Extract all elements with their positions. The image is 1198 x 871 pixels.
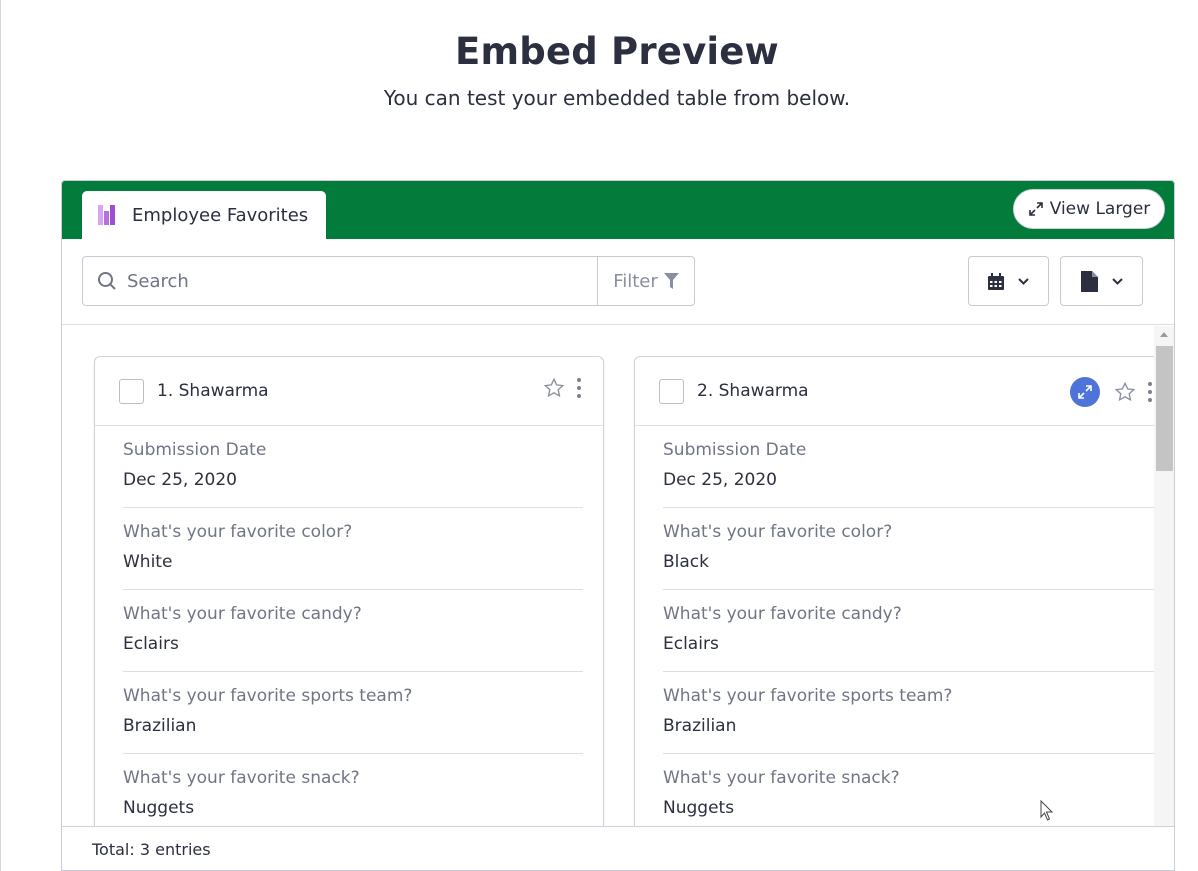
field-value: White (123, 552, 173, 572)
field: What's your favorite color? Black (663, 508, 1154, 590)
select-checkbox[interactable] (119, 378, 144, 404)
card-title: 2. Shawarma (697, 381, 809, 401)
select-checkbox[interactable] (659, 378, 684, 404)
field-label: What's your favorite candy? (123, 604, 362, 624)
table-bars-icon (98, 205, 118, 225)
vertical-scrollbar[interactable] (1154, 326, 1174, 827)
field-label: What's your favorite color? (663, 522, 893, 542)
view-larger-button[interactable]: View Larger (1013, 189, 1165, 229)
star-icon[interactable] (543, 377, 565, 399)
record-card: 2. Shawarma Submission Date Dec 25, 2020 (634, 356, 1154, 827)
chevron-down-icon (1018, 277, 1029, 285)
search-icon (98, 272, 116, 290)
more-options-icon[interactable] (1146, 382, 1154, 402)
mouse-cursor-icon (1040, 800, 1054, 821)
embedded-table: Employee Favorites View Larger Filter (61, 180, 1175, 871)
embed-header: Employee Favorites View Larger (62, 181, 1174, 239)
field-value: Black (663, 552, 709, 572)
field: What's your favorite color? White (123, 508, 583, 590)
star-icon[interactable] (1114, 381, 1136, 403)
page-left-border (0, 0, 1, 871)
chevron-down-icon (1111, 277, 1123, 285)
field-value: Brazilian (663, 716, 737, 736)
field: Submission Date Dec 25, 2020 (123, 426, 583, 508)
field-label: What's your favorite candy? (663, 604, 902, 624)
scrollbar-thumb[interactable] (1156, 346, 1173, 471)
file-icon (1080, 270, 1098, 292)
search-input[interactable] (127, 270, 567, 292)
field: What's your favorite candy? Eclairs (123, 590, 583, 672)
view-larger-label: View Larger (1049, 199, 1151, 219)
search-group: Filter (82, 256, 695, 306)
filter-button[interactable]: Filter (597, 257, 694, 305)
expand-arrows-icon (1078, 385, 1092, 399)
expand-card-button[interactable] (1070, 377, 1100, 407)
field: What's your favorite candy? Eclairs (663, 590, 1154, 672)
card-actions (1070, 377, 1154, 407)
table-footer: Total: 3 entries (62, 826, 1174, 870)
scroll-up-arrow-icon[interactable] (1160, 332, 1168, 337)
field-label: Submission Date (123, 440, 267, 460)
field-value: Brazilian (123, 716, 197, 736)
search-box[interactable] (83, 257, 597, 305)
page-subtitle: You can test your embedded table from be… (383, 86, 851, 110)
toolbar: Filter (62, 239, 1174, 325)
field-label: What's your favorite color? (123, 522, 353, 542)
filter-label: Filter (613, 270, 658, 292)
card-title: 1. Shawarma (157, 381, 269, 401)
funnel-icon (663, 273, 679, 289)
field-label: What's your favorite snack? (123, 768, 360, 788)
card-actions (543, 377, 583, 399)
cards-area: 1. Shawarma Submission Date Dec 25, 2020… (62, 326, 1154, 827)
field-label: What's your favorite sports team? (123, 686, 413, 706)
calendar-dropdown-button[interactable] (968, 256, 1049, 306)
card-header: 1. Shawarma (95, 357, 603, 426)
field: What's your favorite snack? Nuggets (663, 754, 1154, 827)
field-value: Dec 25, 2020 (123, 470, 238, 490)
field-value: Nuggets (123, 798, 195, 818)
card-header: 2. Shawarma (635, 357, 1154, 426)
record-card: 1. Shawarma Submission Date Dec 25, 2020… (94, 356, 604, 827)
field-value: Eclairs (663, 634, 719, 654)
field: What's your favorite sports team? Brazil… (123, 672, 583, 754)
field: Submission Date Dec 25, 2020 (663, 426, 1154, 508)
field-label: What's your favorite sports team? (663, 686, 953, 706)
page-title: Embed Preview (455, 30, 779, 73)
field-value: Eclairs (123, 634, 179, 654)
expand-arrows-icon (1028, 202, 1043, 216)
tab-label: Employee Favorites (132, 204, 309, 226)
field: What's your favorite sports team? Brazil… (663, 672, 1154, 754)
more-options-icon[interactable] (575, 378, 583, 398)
field-label: What's your favorite snack? (663, 768, 900, 788)
field-label: Submission Date (663, 440, 807, 460)
field-value: Nuggets (663, 798, 735, 818)
calendar-icon (988, 272, 1004, 290)
tab-employee-favorites[interactable]: Employee Favorites (82, 191, 326, 239)
field: What's your favorite snack? Nuggets (123, 754, 583, 827)
total-entries: Total: 3 entries (92, 840, 211, 859)
field-value: Dec 25, 2020 (663, 470, 778, 490)
file-dropdown-button[interactable] (1060, 256, 1143, 306)
